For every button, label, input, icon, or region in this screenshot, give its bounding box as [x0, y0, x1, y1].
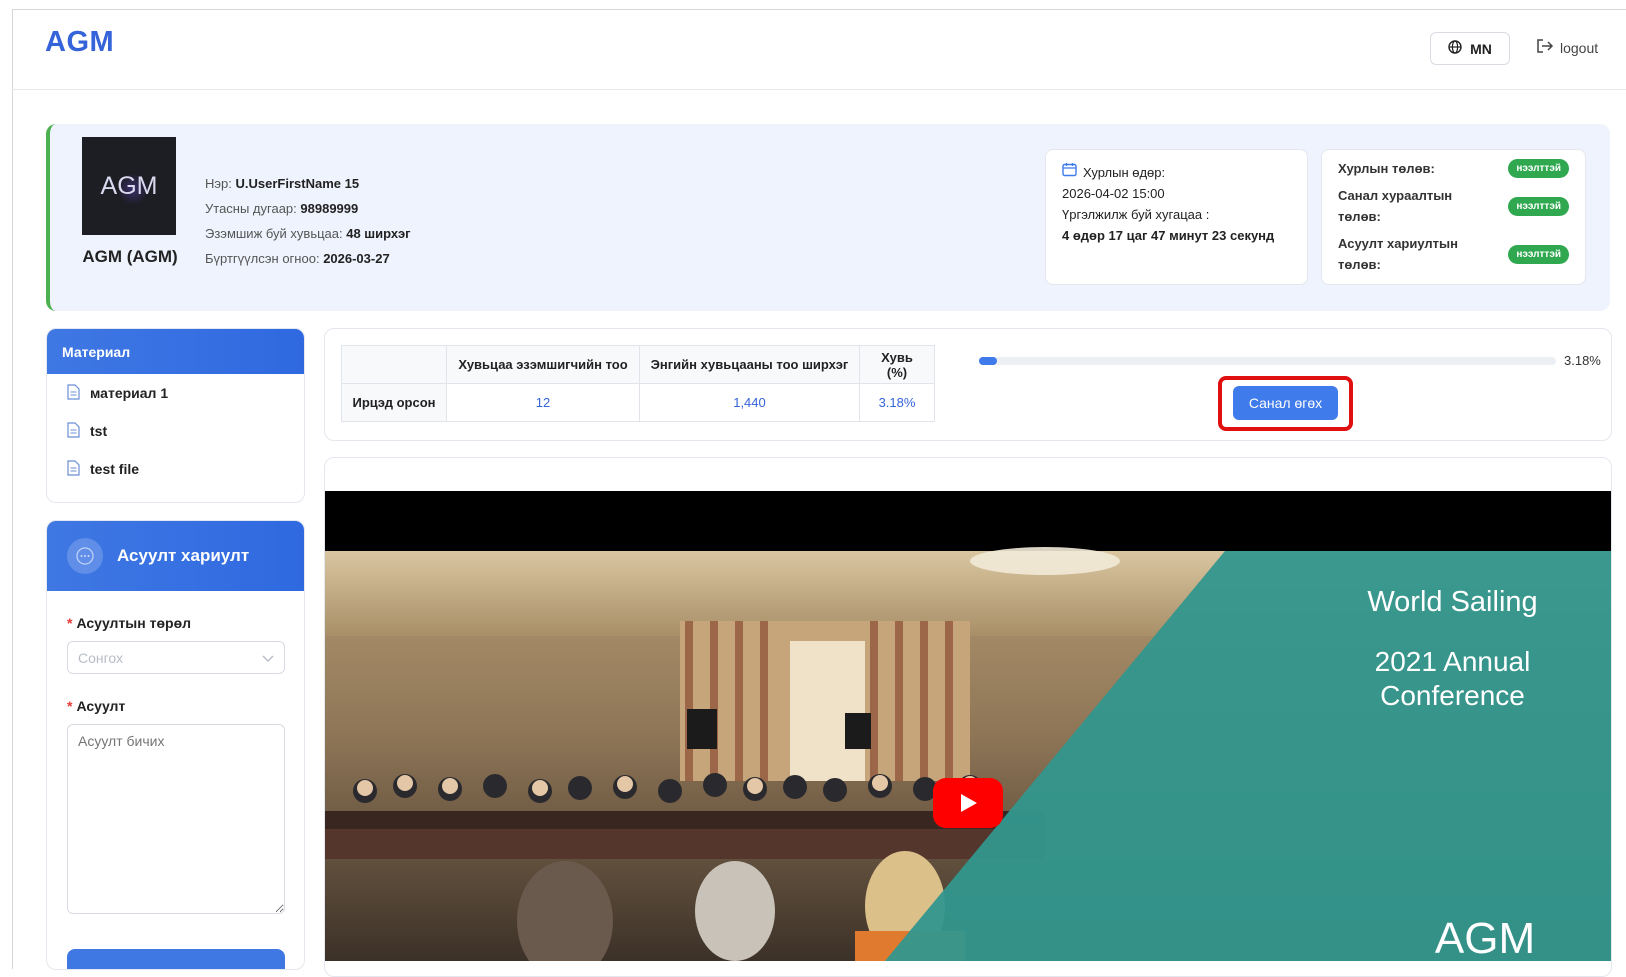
table-header-cell [341, 345, 447, 384]
submit-question-button[interactable] [67, 949, 285, 969]
material-label: материал 1 [90, 385, 169, 401]
name-value: U.UserFirstName 15 [235, 176, 360, 191]
avatar-text: AGM [100, 171, 158, 200]
holders-count: 12 [446, 383, 640, 422]
video-subtitle: 2021 Annual Conference [1374, 646, 1531, 711]
company-avatar: AGM [82, 137, 176, 235]
video-brand: AGM [1434, 914, 1536, 961]
video-title: World Sailing [1367, 586, 1538, 618]
question-type-label: * Асуултын төрөл [67, 615, 192, 631]
required-mark: * [67, 615, 73, 631]
registered-value: 2026-03-27 [323, 251, 390, 266]
question-type-select[interactable]: Сонгох [67, 641, 285, 674]
video-panel: World Sailing 2021 Annual Conference AGM [324, 457, 1612, 977]
row-label: Ирцэд орсон [341, 383, 447, 422]
phone-value: 98989999 [300, 201, 359, 216]
table-header-row: Хувьцаа эзэмшигчийн тоо Энгийн хувьцааны… [341, 345, 935, 384]
remaining-label: Үргэлжилж буй хугацаа : [1062, 207, 1210, 222]
question-label: * Асуулт [67, 698, 126, 714]
qa-panel: Асуулт хариулт * Асуултын төрөл Сонгох * А… [46, 520, 305, 970]
user-info: Нэр: U.UserFirstName 15 Утасны дугаар: 9… [205, 171, 411, 271]
file-icon [67, 421, 80, 441]
status-row: Асуулт хариултын төлөв: нээлттэй [1338, 233, 1569, 275]
video-thumbnail [325, 491, 1611, 961]
attendance-progress-bar [979, 357, 1556, 365]
company-name: AGM (AGM) [82, 247, 178, 266]
progress-label: 3.18% [1564, 353, 1601, 368]
phone-label: Утасны дугаар: [205, 201, 297, 216]
material-item[interactable]: tst [47, 412, 304, 450]
meeting-date-value: 2026-04-02 15:00 [1062, 186, 1165, 201]
material-label: tst [90, 423, 108, 439]
app-logo[interactable]: AGM [45, 26, 114, 59]
registered-label: Бүртгүүлсэн огноо: [205, 251, 320, 266]
shares-label: Эзэмшиж буй хувьцаа: [205, 226, 343, 241]
required-mark: * [67, 698, 73, 714]
shares-count: 1,440 [639, 383, 860, 422]
language-label: MN [1470, 40, 1492, 57]
question-textarea[interactable] [67, 724, 285, 914]
logout-label: logout [1560, 39, 1599, 56]
top-header: AGM MN logout [12, 10, 1626, 90]
youtube-video-player[interactable]: World Sailing 2021 Annual Conference AGM [325, 491, 1611, 961]
logout-button[interactable]: logout [1536, 38, 1598, 57]
materials-panel: Материал материал 1 tst test file [46, 328, 305, 503]
globe-icon [1448, 40, 1462, 57]
logout-icon [1536, 38, 1554, 57]
status-row: Хурлын төлөв: нээлттэй [1338, 158, 1569, 179]
status-label: Асуулт хариултын төлөв: [1338, 236, 1459, 272]
play-icon[interactable] [933, 778, 1003, 828]
qa-title: Асуулт хариулт [117, 546, 250, 565]
table-header-cell: Энгийн хувьцааны тоо ширхэг [639, 345, 860, 384]
material-label: test file [90, 461, 140, 477]
file-icon [67, 459, 80, 479]
question-type-placeholder: Сонгох [78, 649, 124, 666]
table-row: Ирцэд орсон 12 1,440 3.18% [341, 383, 935, 422]
chevron-down-icon [262, 650, 274, 666]
remaining-value: 4 өдөр 17 цаг 47 минут 23 секунд [1062, 228, 1275, 243]
chat-icon [67, 538, 103, 574]
table-header-cell: Хувьцаа эзэмшигчийн тоо [446, 345, 640, 384]
vote-button[interactable]: Санал өгөх [1233, 386, 1338, 420]
status-card: Хурлын төлөв: нээлттэй Санал хураалтын т… [1321, 149, 1586, 285]
meeting-info-card: Хурлын өдөр: 2026-04-02 15:00 Үргэлжилж … [1045, 149, 1308, 285]
qa-header: Асуулт хариулт [47, 521, 304, 591]
status-label: Хурлын төлөв: [1338, 161, 1435, 176]
table-header-cell: Хувь (%) [859, 345, 935, 384]
status-badge: нээлттэй [1508, 244, 1569, 264]
language-switcher[interactable]: MN [1430, 32, 1510, 65]
material-item[interactable]: test file [47, 450, 304, 488]
meeting-date-label: Хурлын өдөр: [1083, 165, 1166, 180]
attendance-progress-fill [979, 357, 998, 365]
file-icon [67, 383, 80, 403]
attendance-table: Хувьцаа эзэмшигчийн тоо Энгийн хувьцааны… [341, 345, 935, 422]
status-badge: нээлттэй [1508, 196, 1569, 216]
material-item[interactable]: материал 1 [47, 374, 304, 412]
status-row: Санал хураалтын төлөв: нээлттэй [1338, 185, 1569, 227]
status-label: Санал хураалтын төлөв: [1338, 188, 1453, 224]
materials-title: Материал [47, 329, 304, 374]
shares-value: 48 ширхэг [346, 226, 411, 241]
user-profile-banner: AGM AGM (AGM) Нэр: U.UserFirstName 15 Ут… [46, 124, 1610, 311]
status-badge: нээлттэй [1508, 159, 1569, 178]
name-label: Нэр: [205, 176, 232, 191]
attendance-panel: Хувьцаа эзэмшигчийн тоо Энгийн хувьцааны… [324, 328, 1612, 441]
attendance-percent: 3.18% [859, 383, 935, 422]
calendar-icon [1062, 162, 1077, 183]
